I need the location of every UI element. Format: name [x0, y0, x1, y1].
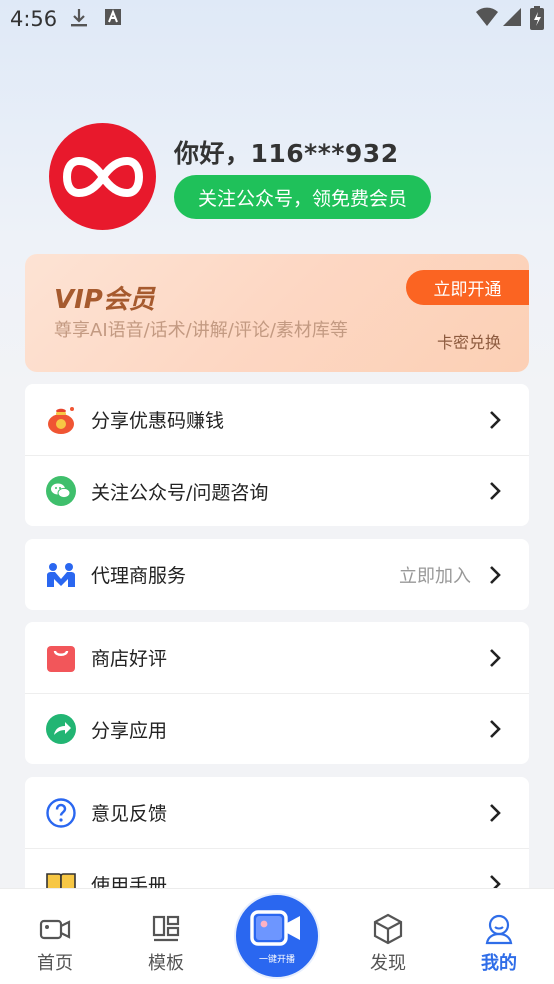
- menu-label: 意见反馈: [91, 803, 168, 825]
- share-icon: [45, 713, 77, 745]
- vip-title: VIP会员: [54, 285, 155, 315]
- greeting-text: 你好，116***932: [174, 139, 399, 168]
- chevron-right-icon: [490, 803, 501, 822]
- chevron-right-icon: [490, 720, 501, 738]
- tab-home[interactable]: 首页: [15, 889, 95, 984]
- live-camera-icon: [250, 909, 300, 946]
- chevron-right-icon: [490, 482, 501, 500]
- money-bag-icon: [45, 404, 77, 436]
- vip-open-button[interactable]: 立即开通: [406, 270, 529, 305]
- chevron-right-icon: [490, 565, 501, 584]
- status-bar: 4:56: [0, 0, 554, 40]
- menu-item-share-app[interactable]: 分享应用: [25, 693, 529, 764]
- avatar[interactable]: [49, 123, 156, 230]
- menu-label: 分享应用: [91, 719, 168, 742]
- tab-mine[interactable]: 我的: [459, 889, 539, 984]
- partners-icon: [45, 559, 77, 591]
- download-icon: [71, 9, 87, 27]
- menu-label: 关注公众号/问题咨询: [91, 481, 269, 504]
- tab-label: 发现: [370, 953, 406, 974]
- vip-description: 尊享AI语音/话术/讲解/评论/素材库等: [54, 320, 348, 341]
- text-a-icon: [105, 9, 121, 25]
- chevron-right-icon: [490, 410, 501, 429]
- menu-card-review: 商店好评 分享应用: [25, 622, 529, 764]
- follow-official-account-button[interactable]: 关注公众号，领免费会员: [174, 175, 431, 219]
- vip-card[interactable]: VIP会员 尊享AI语音/话术/讲解/评论/素材库等 立即开通 卡密兑换: [25, 254, 529, 372]
- menu-item-store-review[interactable]: 商店好评: [25, 622, 529, 693]
- menu-card-share: 分享优惠码赚钱 关注公众号/问题咨询: [25, 384, 529, 526]
- user-profile-icon: [485, 914, 513, 945]
- status-time: 4:56: [10, 7, 58, 31]
- one-click-live-button[interactable]: 一键开播: [234, 893, 320, 979]
- join-now-text: 立即加入: [399, 565, 471, 587]
- tab-label: 我的: [481, 953, 517, 974]
- shopping-bag-icon: [45, 642, 77, 674]
- battery-icon: [530, 6, 544, 30]
- wechat-icon: [45, 475, 77, 507]
- template-grid-icon: [152, 915, 180, 942]
- menu-label: 商店好评: [91, 648, 168, 670]
- menu-item-follow-account[interactable]: 关注公众号/问题咨询: [25, 455, 529, 526]
- menu-item-agent-service[interactable]: 代理商服务 立即加入: [25, 539, 529, 610]
- wifi-icon: [476, 7, 498, 26]
- signal-icon: [503, 8, 521, 26]
- redeem-code-link[interactable]: 卡密兑换: [437, 329, 501, 353]
- menu-item-feedback[interactable]: 意见反馈: [25, 777, 529, 848]
- menu-card-agent: 代理商服务 立即加入: [25, 539, 529, 610]
- video-camera-icon: [39, 919, 71, 940]
- tab-label: 首页: [37, 953, 73, 974]
- tab-discover[interactable]: 发现: [348, 889, 428, 984]
- tab-template[interactable]: 模板: [126, 889, 206, 984]
- menu-item-share-coupon[interactable]: 分享优惠码赚钱: [25, 384, 529, 455]
- question-icon: [45, 797, 77, 829]
- cube-icon: [373, 913, 403, 945]
- center-button-label: 一键开播: [258, 954, 295, 965]
- infinity-logo-icon: [62, 156, 143, 197]
- chevron-right-icon: [490, 648, 501, 667]
- menu-label: 代理商服务: [91, 565, 187, 587]
- menu-label: 分享优惠码赚钱: [91, 410, 225, 432]
- tab-label: 模板: [148, 953, 184, 974]
